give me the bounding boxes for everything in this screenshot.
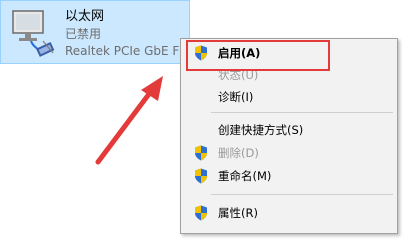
menu-item-rename-label: 重命名(M) <box>218 169 272 183</box>
uac-shield-icon <box>195 168 207 184</box>
menu-item-diagnose[interactable]: 诊断(I) <box>181 86 397 108</box>
menu-item-rename[interactable]: 重命名(M) <box>181 165 397 187</box>
menu-item-create-shortcut-label: 创建快捷方式(S) <box>218 123 304 137</box>
uac-shield-icon <box>195 205 207 221</box>
menu-item-properties[interactable]: 属性(R) <box>181 202 397 224</box>
menu-item-diagnose-label: 诊断(I) <box>218 90 254 104</box>
uac-shield-icon <box>195 145 207 161</box>
menu-item-create-shortcut[interactable]: 创建快捷方式(S) <box>181 119 397 141</box>
menu-item-delete-label: 删除(D) <box>218 146 259 160</box>
annotation-highlight-box <box>186 40 330 71</box>
menu-item-delete[interactable]: 删除(D) <box>181 142 397 164</box>
menu-item-properties-label: 属性(R) <box>218 206 258 220</box>
menu-separator <box>211 194 393 195</box>
menu-separator <box>211 112 393 113</box>
